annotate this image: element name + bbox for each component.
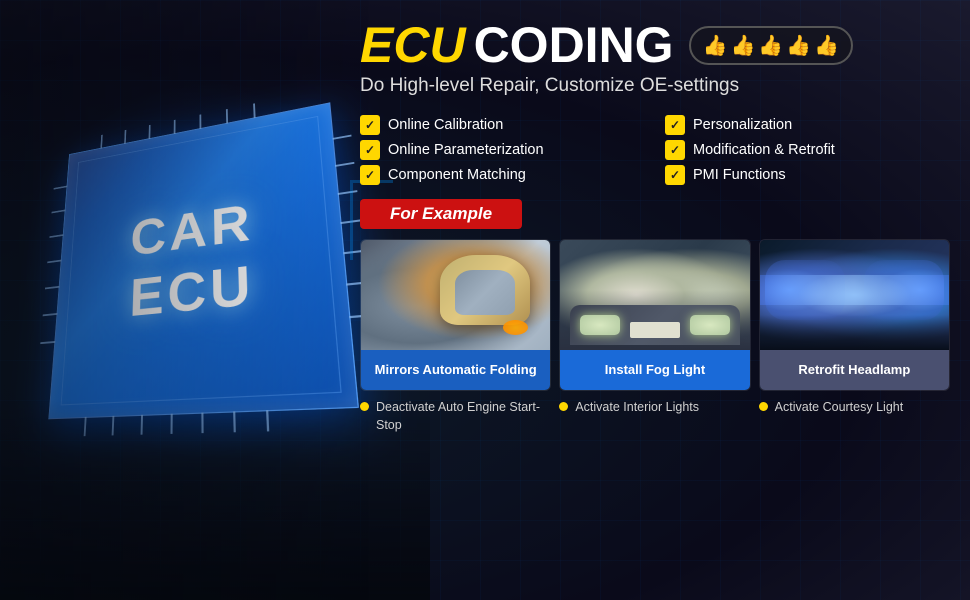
feature-label-4: Modification & Retrofit (693, 142, 835, 158)
bottom-bullets-row: Deactivate Auto Engine Start-Stop Activa… (360, 399, 950, 434)
feature-label-6: PMI Functions (693, 167, 786, 183)
coding-title: CODING (474, 20, 674, 70)
check-icon-2: ✓ (665, 115, 685, 135)
bullet-text-1: Deactivate Auto Engine Start-Stop (376, 399, 551, 434)
headlamp-caption: Retrofit Headlamp (760, 350, 949, 390)
header-row: ECU CODING 👍 👍 👍 👍 👍 (360, 20, 950, 70)
main-content: ECU CODING 👍 👍 👍 👍 👍 Do High-level Repai… (360, 20, 950, 580)
fog-caption: Install Fog Light (560, 350, 749, 390)
thumb-1: 👍 (703, 33, 728, 58)
mirror-card: Mirrors Automatic Folding (360, 239, 551, 391)
bullet-item-1: Deactivate Auto Engine Start-Stop (360, 399, 551, 434)
feature-label-1: Online Calibration (388, 117, 503, 133)
feature-item-3: ✓ Online Parameterization (360, 140, 645, 160)
feature-label-2: Personalization (693, 117, 792, 133)
thumbs-badge: 👍 👍 👍 👍 👍 (689, 26, 854, 65)
mirror-caption: Mirrors Automatic Folding (361, 350, 550, 390)
check-icon-5: ✓ (360, 165, 380, 185)
bullet-dot-2 (559, 402, 568, 411)
bullet-text-3: Activate Courtesy Light (775, 399, 904, 417)
check-icon-4: ✓ (665, 140, 685, 160)
thumb-5: 👍 (814, 33, 839, 58)
features-section: ✓ Online Calibration ✓ Personalization ✓… (360, 115, 950, 185)
feature-item-1: ✓ Online Calibration (360, 115, 645, 135)
feature-item-4: ✓ Modification & Retrofit (665, 140, 950, 160)
title-block: ECU CODING (360, 20, 674, 70)
mirror-image (361, 240, 550, 350)
fog-card: Install Fog Light (559, 239, 750, 391)
thumb-2: 👍 (730, 33, 755, 58)
feature-item-2: ✓ Personalization (665, 115, 950, 135)
for-example-label: For Example (360, 199, 522, 229)
bullet-dot-1 (360, 402, 369, 411)
headlamp-card: Retrofit Headlamp (759, 239, 950, 391)
bullet-item-3: Activate Courtesy Light (759, 399, 950, 434)
check-icon-6: ✓ (665, 165, 685, 185)
headlamp-image (760, 240, 949, 350)
thumb-3: 👍 (758, 33, 783, 58)
bullet-dot-3 (759, 402, 768, 411)
feature-item-6: ✓ PMI Functions (665, 165, 950, 185)
example-images-row: Mirrors Automatic Folding Install Fog Li… (360, 239, 950, 391)
bullet-text-2: Activate Interior Lights (575, 399, 699, 417)
feature-label-3: Online Parameterization (388, 142, 544, 158)
thumb-4: 👍 (786, 33, 811, 58)
bullet-item-2: Activate Interior Lights (559, 399, 750, 434)
check-icon-1: ✓ (360, 115, 380, 135)
subtitle: Do High-level Repair, Customize OE-setti… (360, 75, 950, 97)
for-example-section: For Example Mirrors Automatic Folding (360, 199, 950, 434)
fog-image (560, 240, 749, 350)
feature-item-5: ✓ Component Matching (360, 165, 645, 185)
ecu-title: ECU (360, 20, 466, 70)
check-icon-3: ✓ (360, 140, 380, 160)
feature-label-5: Component Matching (388, 167, 526, 183)
